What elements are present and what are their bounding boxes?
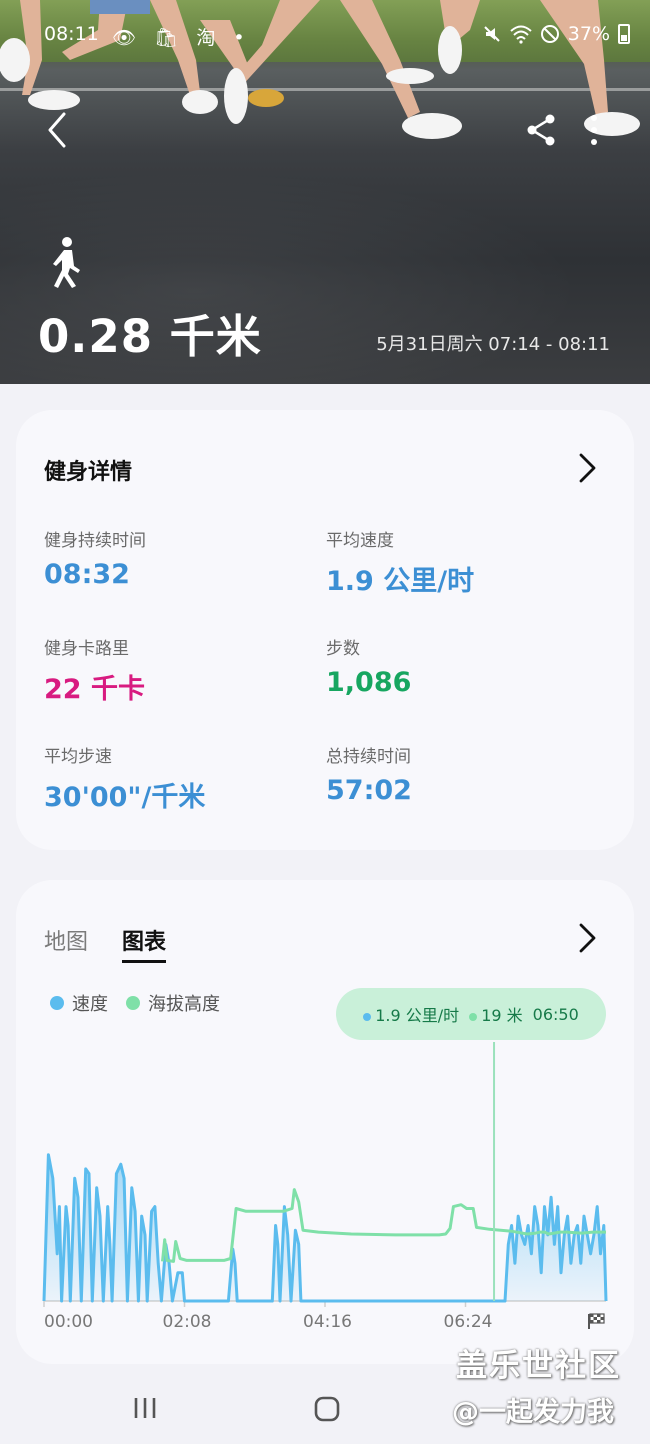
recent-apps-icon[interactable]	[132, 1396, 158, 1420]
finish-flag-icon	[588, 1313, 605, 1329]
x-tick-label: 00:00	[44, 1312, 93, 1332]
chart-card: 地图 图表 速度 海拔高度 1.9 公里/时 19 米 06:50 00:00 …	[16, 880, 634, 1364]
x-tick-label: 06:24	[443, 1312, 493, 1332]
metric-value: 1,086	[326, 667, 412, 698]
view-tabs: 地图 图表	[44, 924, 167, 963]
card-title: 健身详情	[44, 460, 133, 485]
metric-avg-speed: 平均速度 1.9 公里/时	[326, 526, 586, 598]
battery-icon	[618, 24, 630, 44]
metric-label: 健身持续时间	[44, 531, 146, 551]
workout-details-card[interactable]: 健身详情 健身持续时间 08:32 平均速度 1.9 公里/时 健身卡路里 22…	[16, 410, 634, 850]
metric-total-duration: 总持续时间 57:02	[326, 742, 586, 806]
chevron-right-icon[interactable]	[576, 922, 598, 954]
status-time: 08:11	[44, 23, 99, 45]
share-icon[interactable]	[524, 112, 560, 148]
legend-label: 速度	[72, 994, 108, 1015]
metric-value: 57:02	[326, 775, 412, 806]
x-tick-label: 04:16	[303, 1312, 352, 1332]
tooltip-altitude: 19 米	[469, 1002, 523, 1026]
legend-item-speed: 速度	[50, 990, 108, 1016]
metric-value: 22 千卡	[44, 674, 145, 705]
battery-percent: 37%	[567, 23, 610, 45]
walking-icon	[53, 237, 80, 288]
system-icons: 37%	[482, 23, 630, 45]
tooltip-speed: 1.9 公里/时	[363, 1002, 459, 1026]
metric-label: 健身卡路里	[44, 639, 129, 659]
watermark-author: @一起发力我	[452, 1397, 614, 1428]
more-options-icon[interactable]	[584, 112, 604, 148]
x-axis-labels: 00:00 02:08 04:16 06:24	[16, 1312, 634, 1336]
chevron-right-icon[interactable]	[576, 452, 598, 484]
legend-dot	[50, 996, 64, 1010]
status-bar: 08:11 👁 🛍 淘 • 37%	[0, 18, 650, 54]
tab-map[interactable]: 地图	[44, 924, 88, 963]
tab-chart[interactable]: 图表	[122, 924, 167, 963]
metric-avg-pace: 平均步速 30'00"/千米	[44, 742, 304, 814]
legend-label: 海拔高度	[148, 994, 220, 1015]
metric-calories: 健身卡路里 22 千卡	[44, 634, 304, 706]
legend-item-altitude: 海拔高度	[126, 990, 220, 1016]
tooltip-time: 06:50	[532, 1004, 579, 1024]
metric-label: 平均步速	[44, 747, 112, 767]
metric-value: 1.9 公里/时	[326, 566, 475, 597]
metric-value: 08:32	[44, 559, 130, 590]
tooltip-speed-value: 1.9 公里/时	[375, 1006, 460, 1025]
home-icon[interactable]	[314, 1396, 340, 1422]
notification-icons: 👁 🛍 淘 •	[112, 27, 251, 49]
no-sim-icon	[540, 25, 559, 43]
wifi-icon	[510, 25, 532, 44]
metric-label: 总持续时间	[326, 747, 411, 767]
watermark-community: 盖乐世社区	[456, 1348, 621, 1384]
metric-steps: 步数 1,086	[326, 634, 586, 698]
speed-altitude-chart[interactable]	[16, 1030, 634, 1310]
legend-dot	[126, 996, 140, 1010]
chart-legend: 速度 海拔高度	[50, 990, 220, 1016]
metric-label: 平均速度	[326, 531, 394, 551]
mute-icon	[484, 26, 500, 42]
back-icon[interactable]	[40, 110, 76, 150]
workout-date-range: 5月31日周六 07:14 - 08:11	[376, 334, 610, 355]
x-tick-label: 02:08	[162, 1312, 212, 1332]
metric-value: 30'00"/千米	[44, 782, 206, 813]
metric-label: 步数	[326, 639, 360, 659]
metric-duration: 健身持续时间 08:32	[44, 526, 304, 590]
tooltip-altitude-value: 19 米	[481, 1006, 523, 1025]
distance-value: 0.28 千米	[38, 310, 262, 363]
